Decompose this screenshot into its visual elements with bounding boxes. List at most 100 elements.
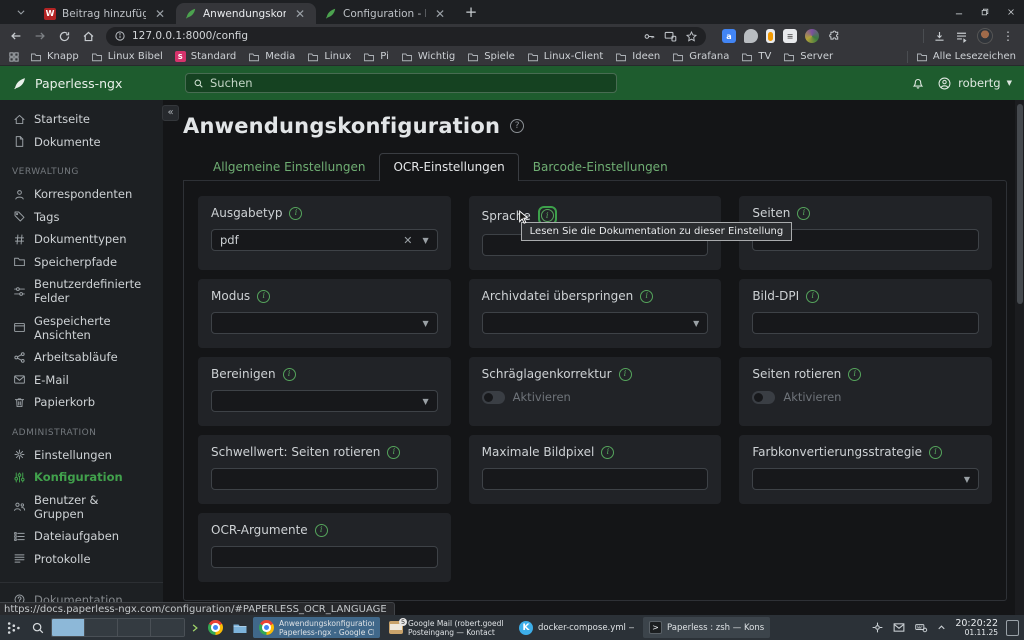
profile-avatar[interactable] [977, 28, 993, 44]
bookmark-tv[interactable]: TV [735, 50, 777, 64]
user-menu[interactable]: robertg ▼ [937, 76, 1012, 91]
clock[interactable]: 20:20:22 01.11.25 [955, 619, 998, 637]
taskbar-task-4[interactable]: >Paperless : zsh — Konsole [643, 617, 770, 638]
tab-close-icon[interactable]: ✕ [292, 7, 308, 21]
sidebar-item-einstellungen[interactable]: Einstellungen [0, 444, 163, 466]
extensions-puzzle-icon[interactable] [827, 30, 840, 43]
seiten-rotieren-toggle[interactable] [752, 391, 775, 404]
all-bookmarks-label[interactable]: Alle Lesezeichen [933, 51, 1016, 62]
sidebar-item-dateiaufgaben[interactable]: Dateiaufgaben [0, 525, 163, 547]
tab-allgemeine-einstellungen[interactable]: Allgemeine Einstellungen [199, 153, 379, 181]
search-input[interactable] [210, 76, 609, 90]
bookmark-standard[interactable]: SStandard [169, 50, 243, 63]
modus-select[interactable]: ▼ [211, 312, 438, 334]
url-text[interactable]: 127.0.0.1:8000/config [132, 30, 637, 42]
bookmark-server[interactable]: Server [777, 50, 839, 64]
forward-icon[interactable] [30, 26, 50, 46]
restore-button[interactable] [972, 0, 998, 24]
field-info-icon[interactable]: i [541, 209, 554, 222]
desktop-2[interactable] [85, 619, 118, 636]
desktop-4[interactable] [151, 619, 184, 636]
scrollbar-thumb[interactable] [1017, 104, 1023, 304]
url-bar[interactable]: 127.0.0.1:8000/config [106, 27, 706, 46]
file-manager-icon[interactable] [229, 617, 250, 638]
desktop-search-icon[interactable] [27, 617, 48, 638]
extension-icon[interactable] [766, 29, 775, 43]
sidebar-collapse-button[interactable]: « [162, 105, 179, 121]
site-info-icon[interactable] [114, 30, 126, 42]
schwellwert-seiten-rotieren-input[interactable] [211, 468, 438, 490]
page-scrollbar[interactable] [1015, 100, 1024, 615]
tab-barcode-einstellungen[interactable]: Barcode-Einstellungen [519, 153, 682, 181]
tray-widgets-icon[interactable] [871, 621, 884, 634]
tray-mail-icon[interactable] [892, 621, 906, 634]
app-launcher-icon[interactable] [3, 617, 24, 638]
sidebar-item-speicherpfade[interactable]: Speicherpfade [0, 251, 163, 273]
ocr-argumente-input[interactable] [211, 546, 438, 568]
sidebar-item-startseite[interactable]: Startseite [0, 108, 163, 130]
paperless-brand[interactable]: Paperless-ngx [12, 76, 182, 91]
extension-icon[interactable] [805, 29, 819, 43]
home-icon[interactable] [78, 26, 98, 46]
bookmark-ideen[interactable]: Ideen [609, 50, 666, 64]
bookmark-grafana[interactable]: Grafana [666, 50, 735, 64]
bookmark-star-icon[interactable] [685, 30, 698, 43]
desktop-1[interactable] [52, 619, 85, 636]
sidebar-item-gespeicherte-ansichten[interactable]: Gespeicherte Ansichten [0, 310, 163, 346]
maximale-bildpixel-input[interactable] [482, 468, 709, 490]
browser-tab-3[interactable]: Configuration - Paperless-n✕ [316, 3, 456, 24]
farbkonvertierungsstrategie-select[interactable]: ▼ [752, 468, 979, 490]
field-info-icon[interactable]: i [289, 207, 302, 220]
field-info-icon[interactable]: i [806, 290, 819, 303]
taskbar-task-1[interactable]: Anwendungskonfiguration -Paperless-ngx -… [253, 617, 380, 638]
sidebar-item-dokumente[interactable]: Dokumente [0, 131, 163, 153]
bookmark-linux-bibel[interactable]: Linux Bibel [85, 50, 169, 64]
downloads-icon[interactable] [933, 30, 946, 43]
bild-dpi-input[interactable] [752, 312, 979, 334]
sidebar-item-tags[interactable]: Tags [0, 206, 163, 228]
field-info-icon[interactable]: i [601, 446, 614, 459]
sidebar-item-email[interactable]: E-Mail [0, 369, 163, 391]
archivdatei-ueberspringen-select[interactable]: ▼ [482, 312, 709, 334]
back-icon[interactable] [6, 26, 26, 46]
apps-grid-icon[interactable] [8, 51, 20, 63]
tab-ocr-einstellungen[interactable]: OCR-Einstellungen [379, 153, 518, 181]
tab-close-icon[interactable]: ✕ [432, 7, 448, 21]
field-info-icon[interactable]: i [797, 207, 810, 220]
sidebar-item-papierkorb[interactable]: Papierkorb [0, 391, 163, 413]
send-to-device-icon[interactable] [664, 30, 677, 43]
field-info-icon[interactable]: i [257, 290, 270, 303]
field-info-icon[interactable]: i [929, 446, 942, 459]
bookmark-spiele[interactable]: Spiele [461, 50, 521, 64]
clear-icon[interactable]: ✕ [403, 234, 412, 247]
minimize-button[interactable] [946, 0, 972, 24]
field-info-icon[interactable]: i [283, 368, 296, 381]
tray-expand-icon[interactable] [936, 622, 947, 633]
browser-tab-1[interactable]: WBeitrag hinzufügen ‹ Linux✕ [36, 3, 176, 24]
extension-icon[interactable]: a [722, 29, 736, 43]
reload-icon[interactable] [54, 26, 74, 46]
bookmark-linux-client[interactable]: Linux-Client [521, 50, 610, 64]
chrome-launcher-icon[interactable] [205, 617, 226, 638]
schraeglagenkorrektur-toggle[interactable] [482, 391, 505, 404]
tab-search-button[interactable] [8, 3, 34, 21]
taskbar-task-3[interactable]: Kdocker-compose.yml — Kate [513, 617, 640, 638]
global-search[interactable] [185, 73, 617, 93]
panel-expand-icon[interactable] [188, 617, 202, 638]
bereinigen-select[interactable]: ▼ [211, 390, 438, 412]
password-key-icon[interactable] [643, 30, 656, 43]
page-help-icon[interactable]: ? [510, 119, 524, 133]
field-info-icon[interactable]: i [848, 368, 861, 381]
extension-icon[interactable]: ≡ [783, 29, 797, 43]
bell-icon[interactable] [911, 76, 925, 90]
browser-sidepanel-icon[interactable] [955, 30, 968, 43]
close-window-button[interactable] [998, 0, 1024, 24]
sidebar-item-konfiguration[interactable]: Konfiguration [0, 466, 163, 488]
sidebar-item-protokolle[interactable]: Protokolle [0, 548, 163, 570]
field-info-icon[interactable]: i [640, 290, 653, 303]
browser-menu-icon[interactable]: ⋮ [1002, 29, 1014, 43]
new-tab-button[interactable]: + [460, 1, 482, 23]
field-info-icon[interactable]: i [619, 368, 632, 381]
virtual-desktop-pager[interactable] [51, 618, 185, 637]
sidebar-item-korrespondenten[interactable]: Korrespondenten [0, 183, 163, 205]
